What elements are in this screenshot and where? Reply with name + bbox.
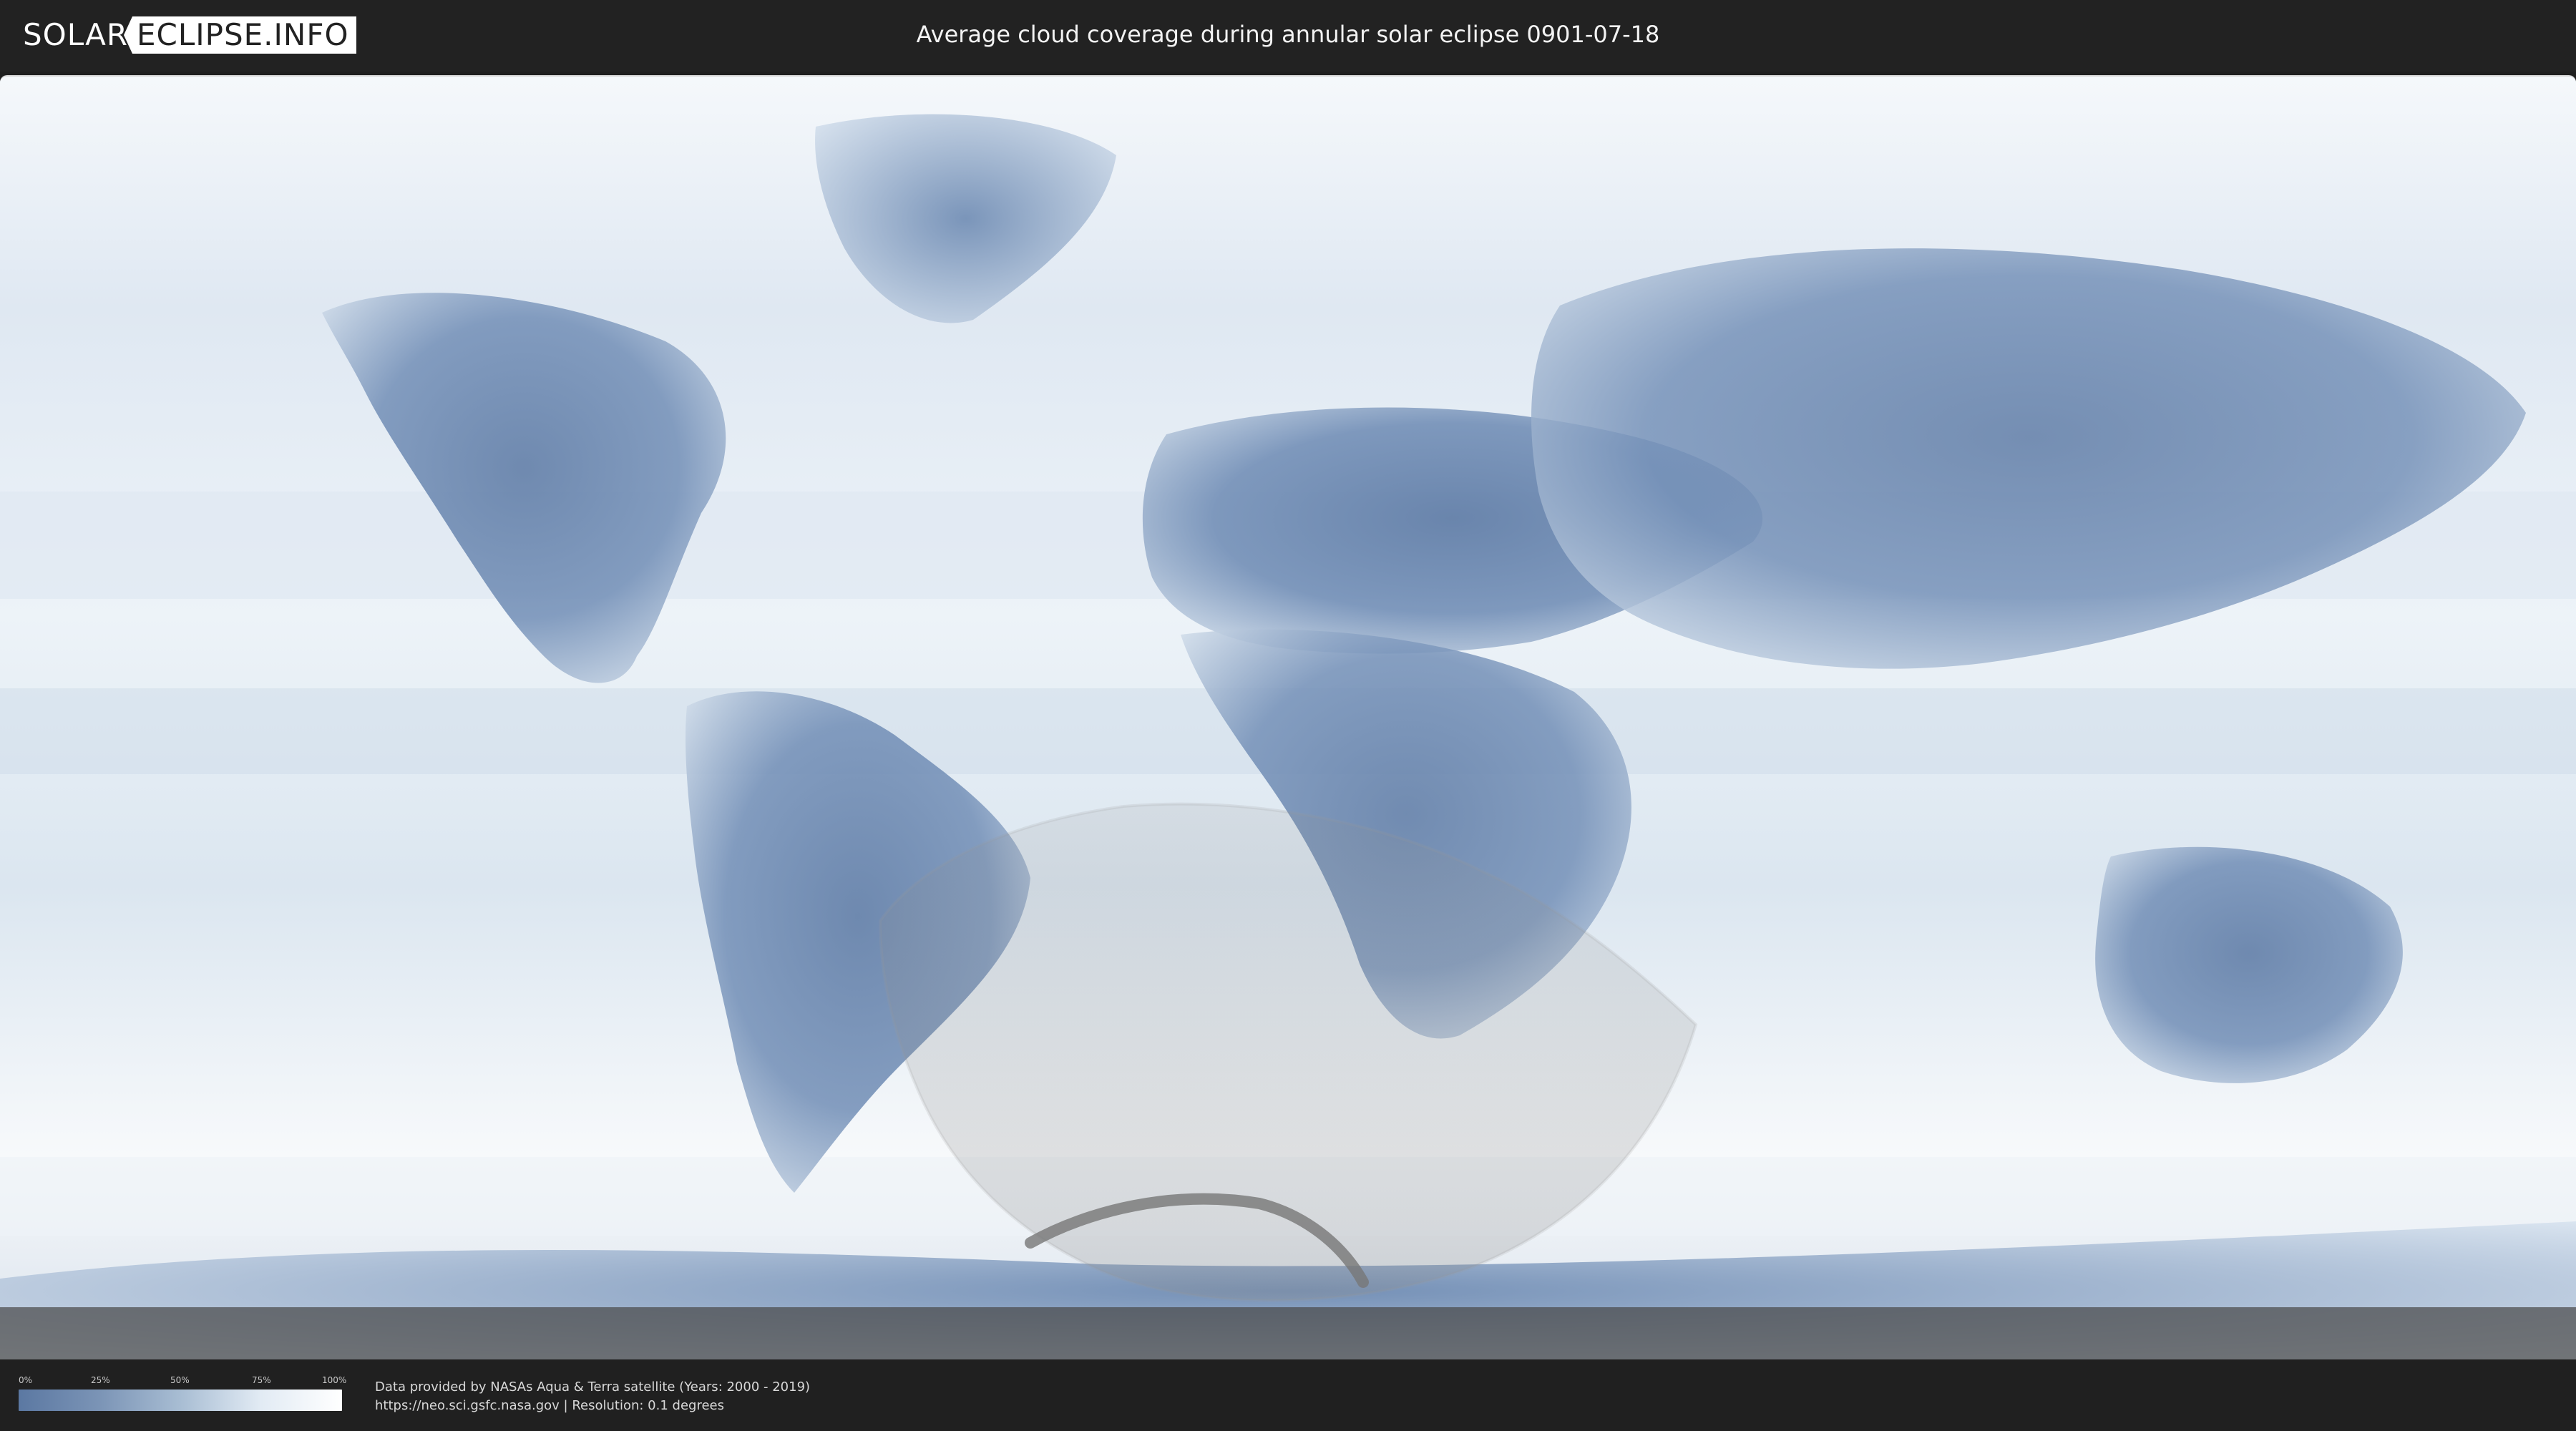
header: SOLAR ECLIPSE.INFO Average cloud coverag… <box>0 0 2576 72</box>
map-graphic <box>0 77 2576 1361</box>
page-title: Average cloud coverage during annular so… <box>916 21 1660 48</box>
data-credits: Data provided by NASAs Aqua & Terra sate… <box>375 1378 810 1415</box>
legend-ticks: 0% 25% 50% 75% 100% <box>19 1375 346 1387</box>
legend-tick-25: 25% <box>91 1375 110 1385</box>
legend-tick-75: 75% <box>252 1375 271 1385</box>
cloud-coverage-legend: 0% 25% 50% 75% 100% <box>19 1375 346 1415</box>
legend-gradient-bar <box>19 1390 342 1411</box>
polar-night-shadow <box>0 1307 2576 1361</box>
page: SOLAR ECLIPSE.INFO Average cloud coverag… <box>0 0 2576 1431</box>
credit-line-2: https://neo.sci.gsfc.nasa.gov | Resoluti… <box>375 1398 724 1413</box>
footer: 0% 25% 50% 75% 100% Data provided by NAS… <box>0 1359 2576 1431</box>
legend-tick-50: 50% <box>170 1375 190 1385</box>
cloud-coverage-map <box>0 75 2576 1361</box>
credit-line-1: Data provided by NASAs Aqua & Terra sate… <box>375 1379 811 1395</box>
legend-tick-100: 100% <box>322 1375 347 1385</box>
legend-tick-0: 0% <box>19 1375 33 1385</box>
